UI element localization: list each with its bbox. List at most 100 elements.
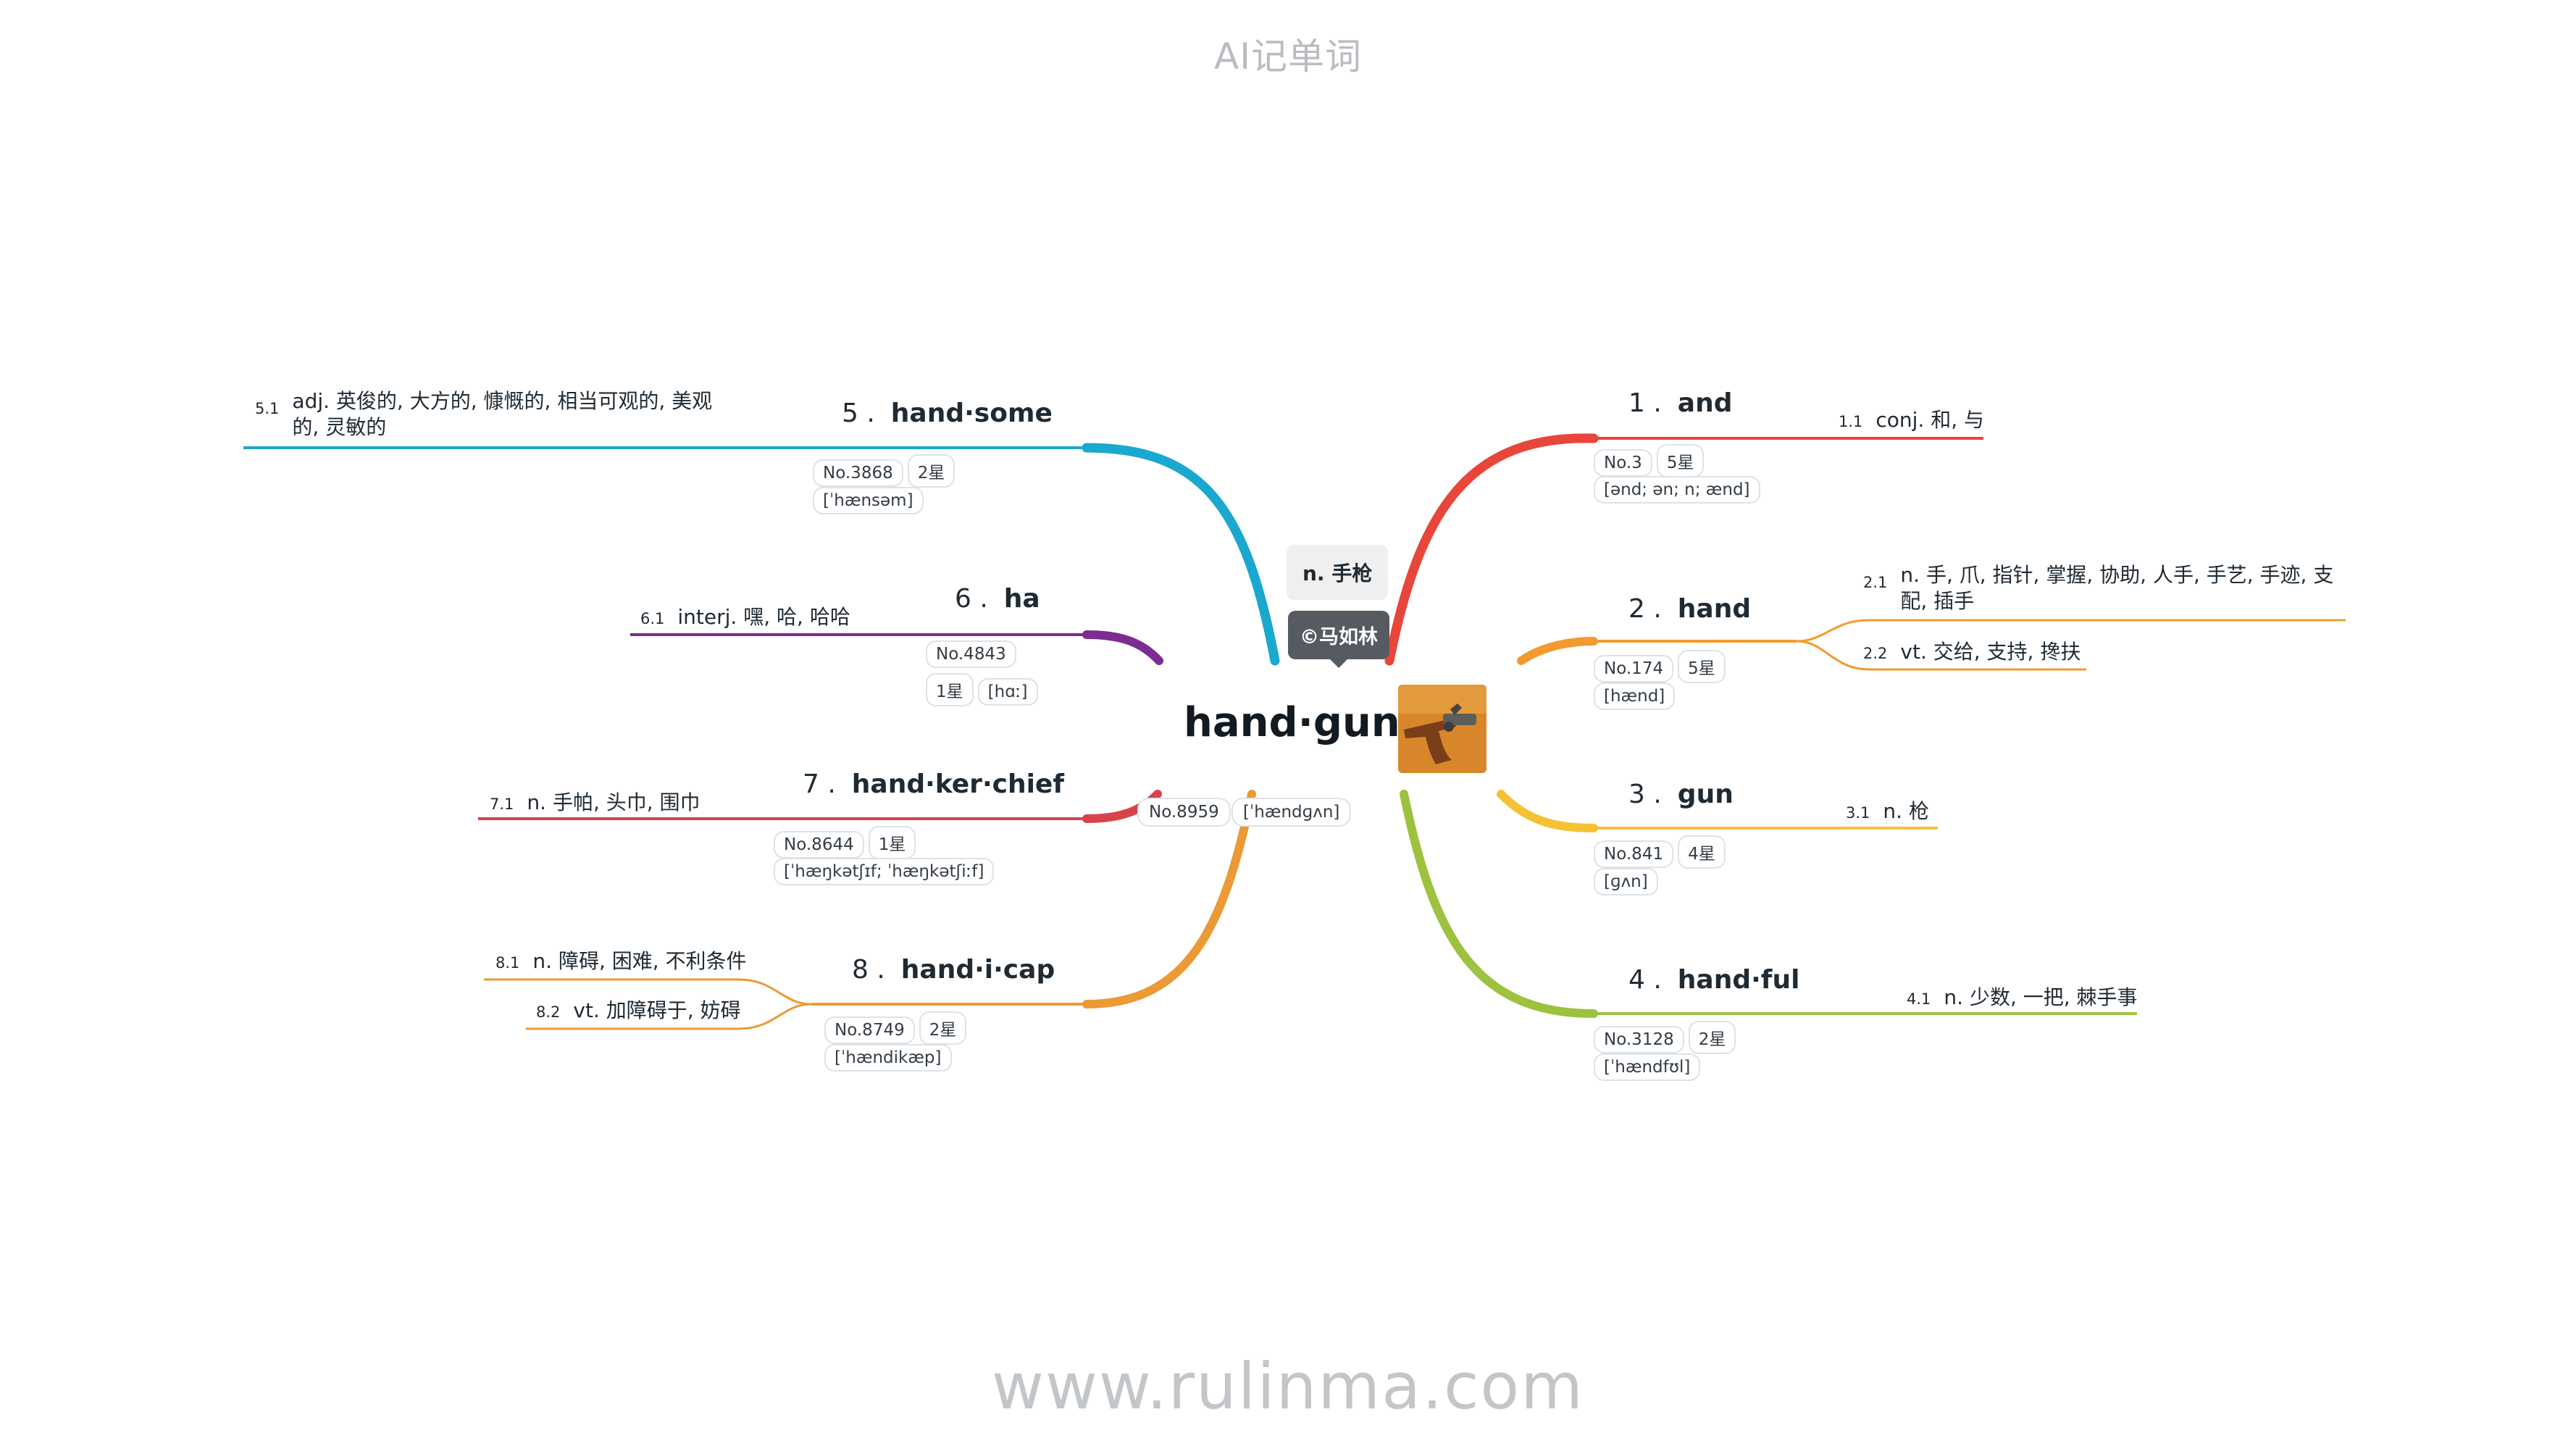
def-text: conj. 和, 与 bbox=[1875, 408, 1985, 432]
def-number: 2.2 bbox=[1863, 645, 1888, 662]
rank-tag: No.3868 bbox=[813, 459, 903, 487]
word-title-2[interactable]: 2 . hand bbox=[1628, 594, 1751, 624]
word-tags-8: No.8749 2星 bbox=[824, 1011, 971, 1045]
def-text: n. 手, 爪, 指针, 掌握, 协助, 人手, 手艺, 手迹, 支配, 插手 bbox=[1900, 563, 2334, 613]
word-number: 4 . bbox=[1628, 965, 1662, 995]
def-text: adj. 英俊的, 大方的, 慷慨的, 相当可观的, 美观的, 灵敏的 bbox=[292, 389, 713, 439]
stars-tag: 2星 bbox=[907, 454, 955, 488]
word-phonetic-4: [ˈhændfʊl] bbox=[1594, 1053, 1705, 1081]
stars-tag: 5星 bbox=[1678, 650, 1726, 683]
word-title-1[interactable]: 1 . and bbox=[1628, 388, 1733, 418]
word-title-3[interactable]: 3 . gun bbox=[1628, 780, 1734, 809]
word-tags-2: No.174 5星 bbox=[1594, 650, 1730, 683]
stars-tag: 5星 bbox=[1656, 444, 1705, 477]
branch-3 bbox=[1497, 790, 1598, 832]
app-title: AI记单词 bbox=[1214, 36, 1362, 78]
phonetic-tag: [ənd; ən; n; ænd] bbox=[1594, 476, 1760, 504]
word-tags-4: No.3128 2星 bbox=[1594, 1021, 1740, 1054]
copyright-text: ©马如林 bbox=[1300, 626, 1378, 648]
branch-5 bbox=[1082, 443, 1280, 666]
def-number: 6.1 bbox=[640, 610, 665, 627]
definition-6-1[interactable]: 6.1 interj. 嘿, 哈, 哈哈 bbox=[640, 601, 850, 630]
word-text: hand bbox=[1677, 594, 1752, 624]
phonetic-tag: [ɡʌn] bbox=[1594, 868, 1658, 895]
def-text: n. 少数, 一把, 棘手事 bbox=[1944, 985, 2138, 1009]
stars-tag: 2星 bbox=[919, 1011, 967, 1045]
word-phonetic-3: [ɡʌn] bbox=[1594, 868, 1663, 895]
word-phonetic-8: [ˈhændikæp] bbox=[824, 1044, 956, 1072]
phonetic-tag: [ˈhændikæp] bbox=[824, 1044, 952, 1072]
word-tags-1: No.3 5星 bbox=[1594, 444, 1708, 477]
word-tags-5: No.3868 2星 bbox=[813, 454, 959, 488]
stars-tag: 1星 bbox=[926, 673, 974, 706]
center-meaning: n. 手枪 bbox=[1302, 561, 1373, 585]
word-phonetic-7: [ˈhæŋkətʃɪf; ˈhæŋkətʃiːf] bbox=[774, 858, 998, 885]
flintlock-pistol-icon bbox=[1398, 685, 1486, 773]
word-text: gun bbox=[1677, 780, 1734, 809]
center-rank: No.8959 bbox=[1137, 798, 1231, 827]
def-number: 8.1 bbox=[495, 954, 520, 972]
def-text: n. 障碍, 困难, 不利条件 bbox=[532, 949, 747, 973]
definition-5-1[interactable]: 5.1 adj. 英俊的, 大方的, 慷慨的, 相当可观的, 美观的, 灵敏的 bbox=[255, 388, 733, 440]
word-number: 5 . bbox=[842, 398, 875, 428]
def-text: n. 枪 bbox=[1883, 799, 1929, 823]
word-text: hand·i·cap bbox=[900, 955, 1055, 985]
rank-tag: No.3 bbox=[1594, 449, 1652, 477]
def-number: 2.1 bbox=[1863, 574, 1888, 591]
word-title-4[interactable]: 4 . hand·ful bbox=[1628, 965, 1799, 995]
word-phonetic-2: [hænd] bbox=[1594, 682, 1679, 710]
phonetic-tag: [hænd] bbox=[1594, 682, 1676, 710]
rank-tag: No.8644 bbox=[774, 831, 864, 859]
rank-tag: No.8749 bbox=[824, 1016, 915, 1044]
definition-8-2[interactable]: 8.2 vt. 加障碍于, 妨碍 bbox=[536, 995, 741, 1024]
definition-2-2[interactable]: 2.2 vt. 交给, 支持, 搀扶 bbox=[1863, 636, 2081, 665]
word-number: 3 . bbox=[1628, 780, 1662, 809]
word-title-7[interactable]: 7 . hand·ker·chief bbox=[803, 769, 1064, 799]
word-tags-6: No.4843 bbox=[926, 640, 1021, 668]
definition-1-1[interactable]: 1.1 conj. 和, 与 bbox=[1839, 404, 1984, 433]
rank-tag: No.174 bbox=[1594, 655, 1674, 682]
word-tags-3: No.841 4星 bbox=[1594, 835, 1730, 869]
word-text: and bbox=[1677, 388, 1733, 418]
rank-tag: No.841 bbox=[1594, 840, 1674, 868]
word-number: 6 . bbox=[955, 584, 988, 614]
center-phonetic: [ˈhændɡʌn] bbox=[1231, 798, 1352, 827]
def-number: 4.1 bbox=[1907, 990, 1931, 1008]
word-text: ha bbox=[1003, 584, 1040, 614]
word-title-8[interactable]: 8 . hand·i·cap bbox=[852, 955, 1055, 985]
word-title-5[interactable]: 5 . hand·some bbox=[842, 398, 1053, 428]
branch-2 bbox=[1517, 637, 1598, 665]
branch-1 bbox=[1384, 433, 1599, 666]
definition-8-1[interactable]: 8.1 n. 障碍, 困难, 不利条件 bbox=[495, 945, 747, 974]
word-number: 8 . bbox=[852, 955, 885, 985]
word-phonetic-1: [ənd; ən; n; ænd] bbox=[1594, 476, 1765, 504]
branch-6 bbox=[1082, 630, 1163, 665]
center-word: hand·gun bbox=[1184, 699, 1400, 746]
definition-3-1[interactable]: 3.1 n. 枪 bbox=[1846, 796, 1929, 824]
phonetic-tag: [ˈhænsəm] bbox=[813, 487, 924, 514]
bubble-pointer bbox=[1330, 659, 1347, 668]
word-number: 7 . bbox=[803, 769, 836, 799]
word-number: 2 . bbox=[1628, 594, 1662, 624]
word-number: 1 . bbox=[1628, 388, 1662, 418]
phonetic-tag: [ˈhændfʊl] bbox=[1594, 1053, 1701, 1081]
def-number: 7.1 bbox=[490, 796, 514, 813]
def-text: vt. 加障碍于, 妨碍 bbox=[573, 998, 741, 1022]
word-phonetic-5: [ˈhænsəm] bbox=[813, 487, 928, 514]
mindmap-canvas: AI记单词 www.rulinma.com n. 手枪 ©马如林 hand·gu… bbox=[0, 0, 2576, 1449]
def-text: vt. 交给, 支持, 搀扶 bbox=[1900, 640, 2081, 664]
definition-7-1[interactable]: 7.1 n. 手帕, 头巾, 围巾 bbox=[490, 787, 701, 816]
def-number: 1.1 bbox=[1839, 413, 1863, 430]
definition-2-1[interactable]: 2.1 n. 手, 爪, 指针, 掌握, 协助, 人手, 手艺, 手迹, 支配,… bbox=[1863, 562, 2341, 614]
stars-tag: 4星 bbox=[1678, 835, 1726, 869]
center-meaning-bubble: n. 手枪 bbox=[1287, 545, 1389, 600]
definition-4-1[interactable]: 4.1 n. 少数, 一把, 棘手事 bbox=[1907, 982, 2138, 1011]
phonetic-tag: [hɑː] bbox=[977, 678, 1038, 706]
def-number: 3.1 bbox=[1846, 804, 1870, 822]
rank-tag: No.3128 bbox=[1594, 1026, 1684, 1053]
def-number: 5.1 bbox=[255, 400, 280, 417]
word-text: hand·ker·chief bbox=[851, 769, 1064, 799]
stars-tag: 1星 bbox=[868, 826, 916, 859]
word-title-6[interactable]: 6 . ha bbox=[955, 584, 1040, 614]
phonetic-tag: [ˈhæŋkətʃɪf; ˈhæŋkətʃiːf] bbox=[774, 858, 995, 885]
